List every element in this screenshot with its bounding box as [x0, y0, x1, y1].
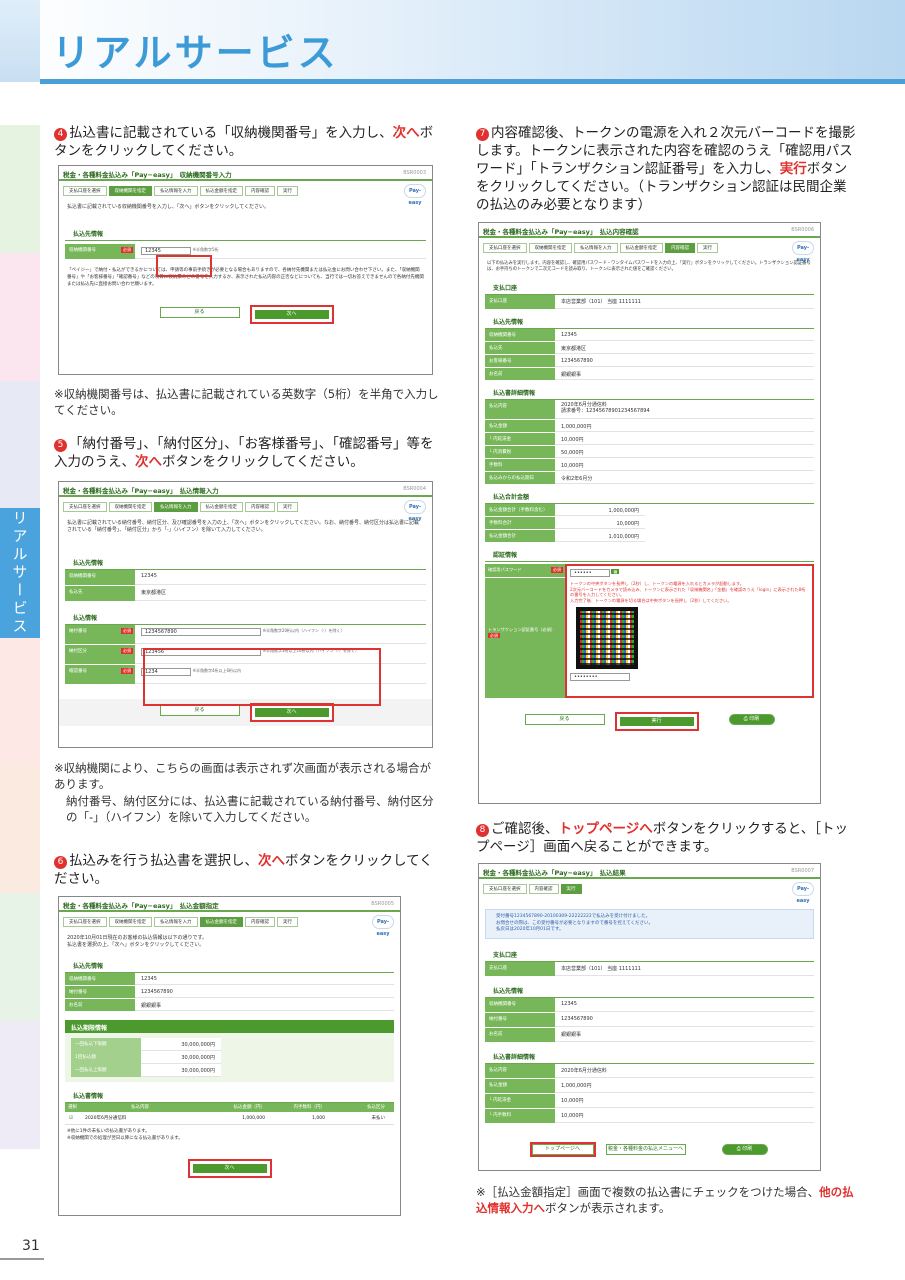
top-page-button[interactable]: トップページへ — [529, 1141, 596, 1157]
screenshot-payment-confirm: 税金・各種料金払込み「Pay−easy」 払込内容確認 BSR0006 支払口座を… — [478, 222, 821, 804]
keyboard-icon[interactable]: ▦ — [611, 569, 620, 574]
print-button[interactable]: ⎙ 印刷 — [721, 1143, 768, 1155]
step-5-note-1: ※収納機関により、こちらの画面は表示されず次画面が表示される場合があります。 — [54, 761, 431, 791]
side-band — [0, 381, 40, 508]
back-button[interactable]: 戻る — [159, 705, 240, 716]
next-button[interactable]: 次へ — [249, 703, 334, 722]
next-button[interactable]: 次へ — [187, 1159, 272, 1178]
highlight-box — [143, 648, 381, 706]
payeasy-logo: Pay-easy — [404, 184, 426, 206]
result-message: 受付番号1234567890-20100309-22222222で払込みを受け付… — [485, 909, 814, 939]
qr-code-icon — [576, 607, 638, 669]
page-number: 31 — [22, 1238, 40, 1254]
step-5-note-2: 納付番号、納付区分には、払込書に記載されている納付番号、納付区分の「-」（ハイフ… — [66, 794, 434, 824]
step-6-text: 6 払込みを行う払込書を選択し、次へボタンをクリックしてください。 — [54, 853, 433, 887]
screenshot-institution-number: 税金・各種料金払込み「Pay−easy」 収納機関番号入力 BSR0003 支払口… — [58, 165, 433, 375]
page-number-line — [0, 1258, 44, 1260]
row-checkbox[interactable]: ☑ — [65, 1112, 85, 1124]
screenshot-payment-info: 税金・各種料金払込み「Pay−easy」 払込情報入力 BSR0004 支払口座を… — [58, 481, 433, 748]
confirm-password-input[interactable]: •••••• — [570, 569, 610, 577]
side-band — [0, 893, 40, 1021]
institution-number-input[interactable]: 12345 — [141, 247, 191, 255]
side-tab-real-service: リアルサービス — [0, 508, 40, 638]
step-4-note: ※収納機関番号は、払込書に記載されている英数字（5桁）を半角で入力してください。 — [54, 387, 439, 417]
payeasy-logo: Pay-easy — [372, 915, 394, 937]
side-band — [0, 125, 40, 253]
step-8-note: ※［払込金額指定］画面で複数の払込書にチェックをつけた場合、他の払込情報入力へボ… — [476, 1185, 854, 1215]
payeasy-logo: Pay-easy — [404, 500, 426, 522]
step-8-text: 8 ご確認後、トップページへボタンをクリックすると、［トップページ］画面へ戻ること… — [476, 821, 848, 855]
transaction-auth-input[interactable]: •••••••• — [570, 673, 630, 681]
header-left-block — [0, 0, 40, 82]
execute-button[interactable]: 実行 — [614, 712, 699, 731]
screenshot-amount-select: 税金・各種料金払込み「Pay−easy」 払込金額指定 BSR0005 支払口座を… — [58, 896, 401, 1216]
screenshot-payment-result: 税金・各種料金払込み「Pay−easy」 払込結果 BSR0007 支払口座を選択… — [478, 863, 821, 1171]
highlight-box — [156, 255, 212, 277]
side-band — [0, 638, 40, 765]
step-7-text: 7 内容確認後、トークンの電源を入れ２次元バーコードを撮影します。トークンに表示さ… — [476, 125, 856, 213]
printer-icon: ⎙ — [736, 1145, 741, 1152]
page-title: リアルサービス — [52, 31, 339, 75]
payeasy-logo: Pay-easy — [792, 241, 814, 263]
side-band — [0, 765, 40, 893]
payment-number-input[interactable]: 1234567890 — [141, 628, 261, 636]
print-button[interactable]: ⎙ 印刷 — [728, 714, 775, 725]
side-band — [0, 253, 40, 381]
side-band — [0, 1021, 40, 1149]
back-button[interactable]: 戻る — [159, 307, 240, 318]
payeasy-logo: Pay-easy — [792, 882, 814, 904]
back-button[interactable]: 戻る — [524, 714, 605, 725]
payment-menu-button[interactable]: 税金・各種料金の払込メニューへ — [605, 1143, 686, 1155]
step-4-text: 4 払込書に記載されている「収納機関番号」を入力し、次へボタンをクリックしてくださ… — [54, 125, 434, 159]
step-5-text: 5 「納付番号」、「納付区分」、「お客様番号」、「確認番号」等を入力のうえ、次へボ… — [54, 436, 434, 470]
header-underline — [40, 79, 905, 84]
printer-icon: ⎙ — [743, 716, 748, 722]
limit-info-bar: 払込期限情報 — [65, 1020, 394, 1033]
next-button[interactable]: 次へ — [249, 305, 334, 324]
